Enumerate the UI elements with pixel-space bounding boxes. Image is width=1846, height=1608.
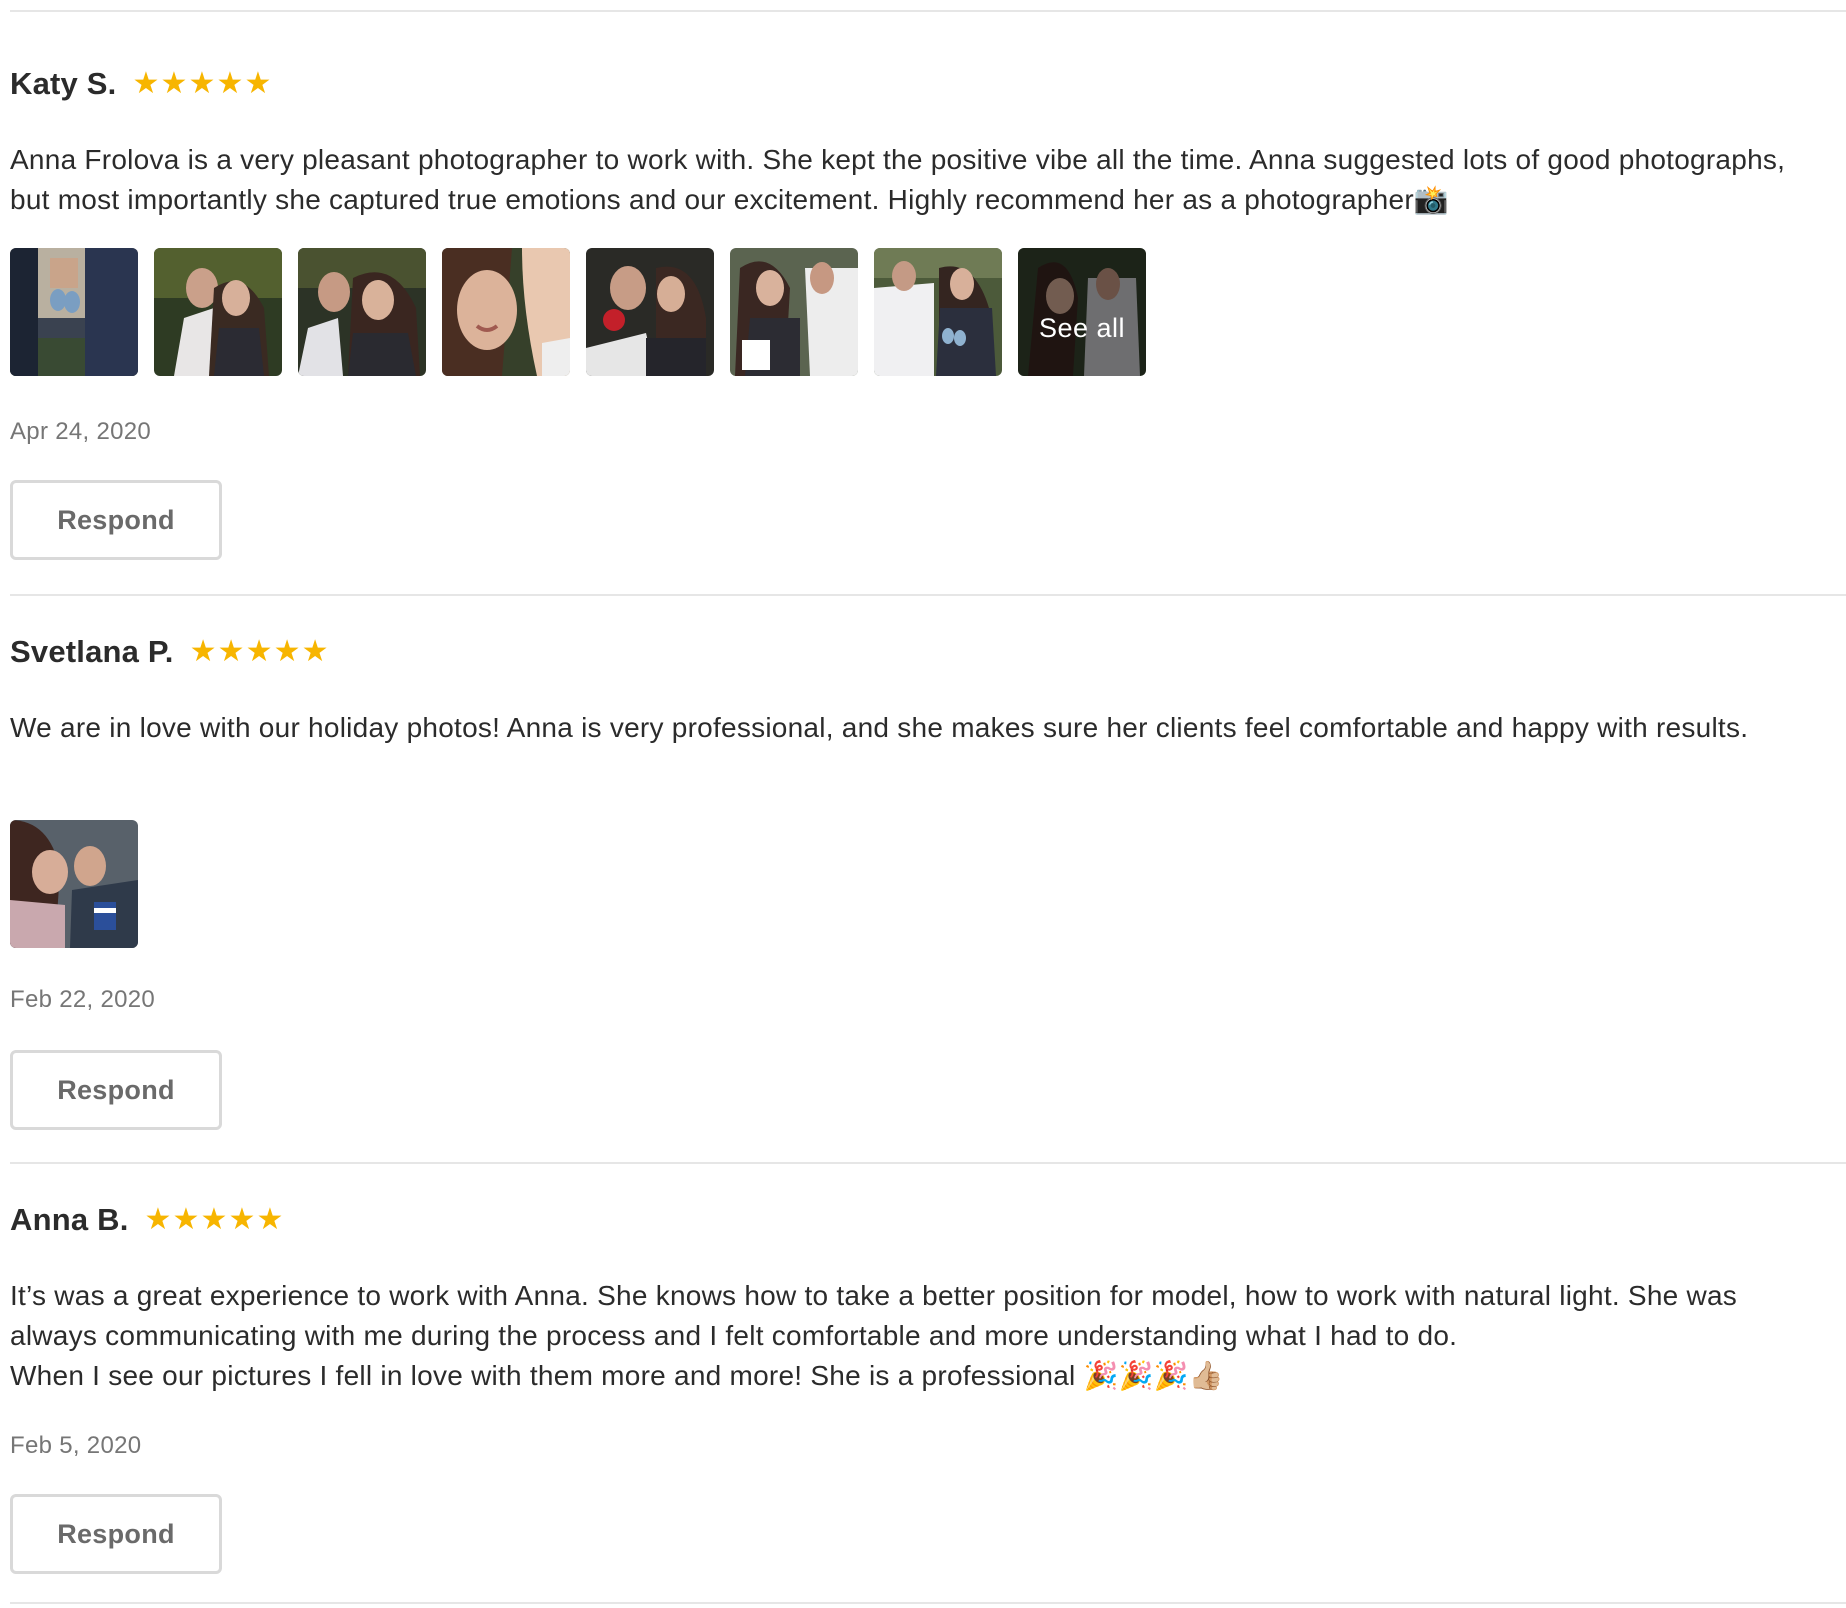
review-photo-see-all[interactable]: See all xyxy=(1018,248,1146,376)
review-photo-thumb[interactable] xyxy=(442,248,570,376)
review-item: Anna B. ★ ★ ★ ★ ★ It’s was a great exper… xyxy=(10,1198,1830,1598)
review-date: Apr 24, 2020 xyxy=(10,418,152,445)
see-all-label[interactable]: See all xyxy=(1018,248,1146,376)
reviewer-name: Katy S. xyxy=(10,66,117,101)
review-photo-thumb[interactable] xyxy=(10,248,138,376)
review-photo-thumb[interactable] xyxy=(586,248,714,376)
star-icon: ★ xyxy=(188,66,216,101)
review-item: Svetlana P. ★ ★ ★ ★ ★ We are in love wit… xyxy=(10,630,1830,1130)
review-text: Anna Frolova is a very pleasant photogra… xyxy=(10,144,1786,215)
respond-button[interactable]: Respond xyxy=(10,1494,222,1574)
review-photo-thumb[interactable] xyxy=(154,248,282,376)
review-photos: See all xyxy=(10,248,1146,376)
star-icon: ★ xyxy=(132,66,160,101)
divider xyxy=(10,594,1846,596)
reviews-list: Katy S. ★ ★ ★ ★ ★ Anna Frolova is a very… xyxy=(0,0,1846,1608)
star-icon: ★ xyxy=(228,1202,256,1237)
star-icon: ★ xyxy=(244,66,272,101)
star-rating: ★ ★ ★ ★ ★ xyxy=(132,66,273,101)
reviewer-row: Katy S. ★ ★ ★ ★ ★ xyxy=(10,62,1830,106)
star-icon: ★ xyxy=(245,634,273,669)
review-photo-thumb[interactable] xyxy=(730,248,858,376)
reviewer-row: Anna B. ★ ★ ★ ★ ★ xyxy=(10,1198,1830,1242)
review-text: It’s was a great experience to work with… xyxy=(10,1280,1738,1391)
divider xyxy=(10,1162,1846,1164)
star-icon: ★ xyxy=(301,634,329,669)
reviewer-row: Svetlana P. ★ ★ ★ ★ ★ xyxy=(10,630,1830,674)
review-photo-thumb[interactable] xyxy=(874,248,1002,376)
review-photo-thumb[interactable] xyxy=(298,248,426,376)
respond-button[interactable]: Respond xyxy=(10,1050,222,1130)
star-rating: ★ ★ ★ ★ ★ xyxy=(144,1202,285,1237)
star-icon: ★ xyxy=(160,66,188,101)
divider xyxy=(10,1602,1846,1604)
respond-button[interactable]: Respond xyxy=(10,480,222,560)
divider xyxy=(10,10,1846,12)
star-icon: ★ xyxy=(216,66,244,101)
review-date: Feb 22, 2020 xyxy=(10,986,156,1013)
star-icon: ★ xyxy=(200,1202,228,1237)
star-rating: ★ ★ ★ ★ ★ xyxy=(189,634,330,669)
review-date: Feb 5, 2020 xyxy=(10,1432,142,1459)
review-photo-thumb[interactable] xyxy=(10,820,138,948)
review-item: Katy S. ★ ★ ★ ★ ★ Anna Frolova is a very… xyxy=(10,62,1830,562)
star-icon: ★ xyxy=(256,1202,284,1237)
star-icon: ★ xyxy=(144,1202,172,1237)
star-icon: ★ xyxy=(273,634,301,669)
star-icon: ★ xyxy=(189,634,217,669)
star-icon: ★ xyxy=(172,1202,200,1237)
star-icon: ★ xyxy=(217,634,245,669)
reviewer-name: Anna B. xyxy=(10,1202,129,1237)
review-text: We are in love with our holiday photos! … xyxy=(10,712,1749,743)
review-photos xyxy=(10,820,138,948)
reviewer-name: Svetlana P. xyxy=(10,634,174,669)
